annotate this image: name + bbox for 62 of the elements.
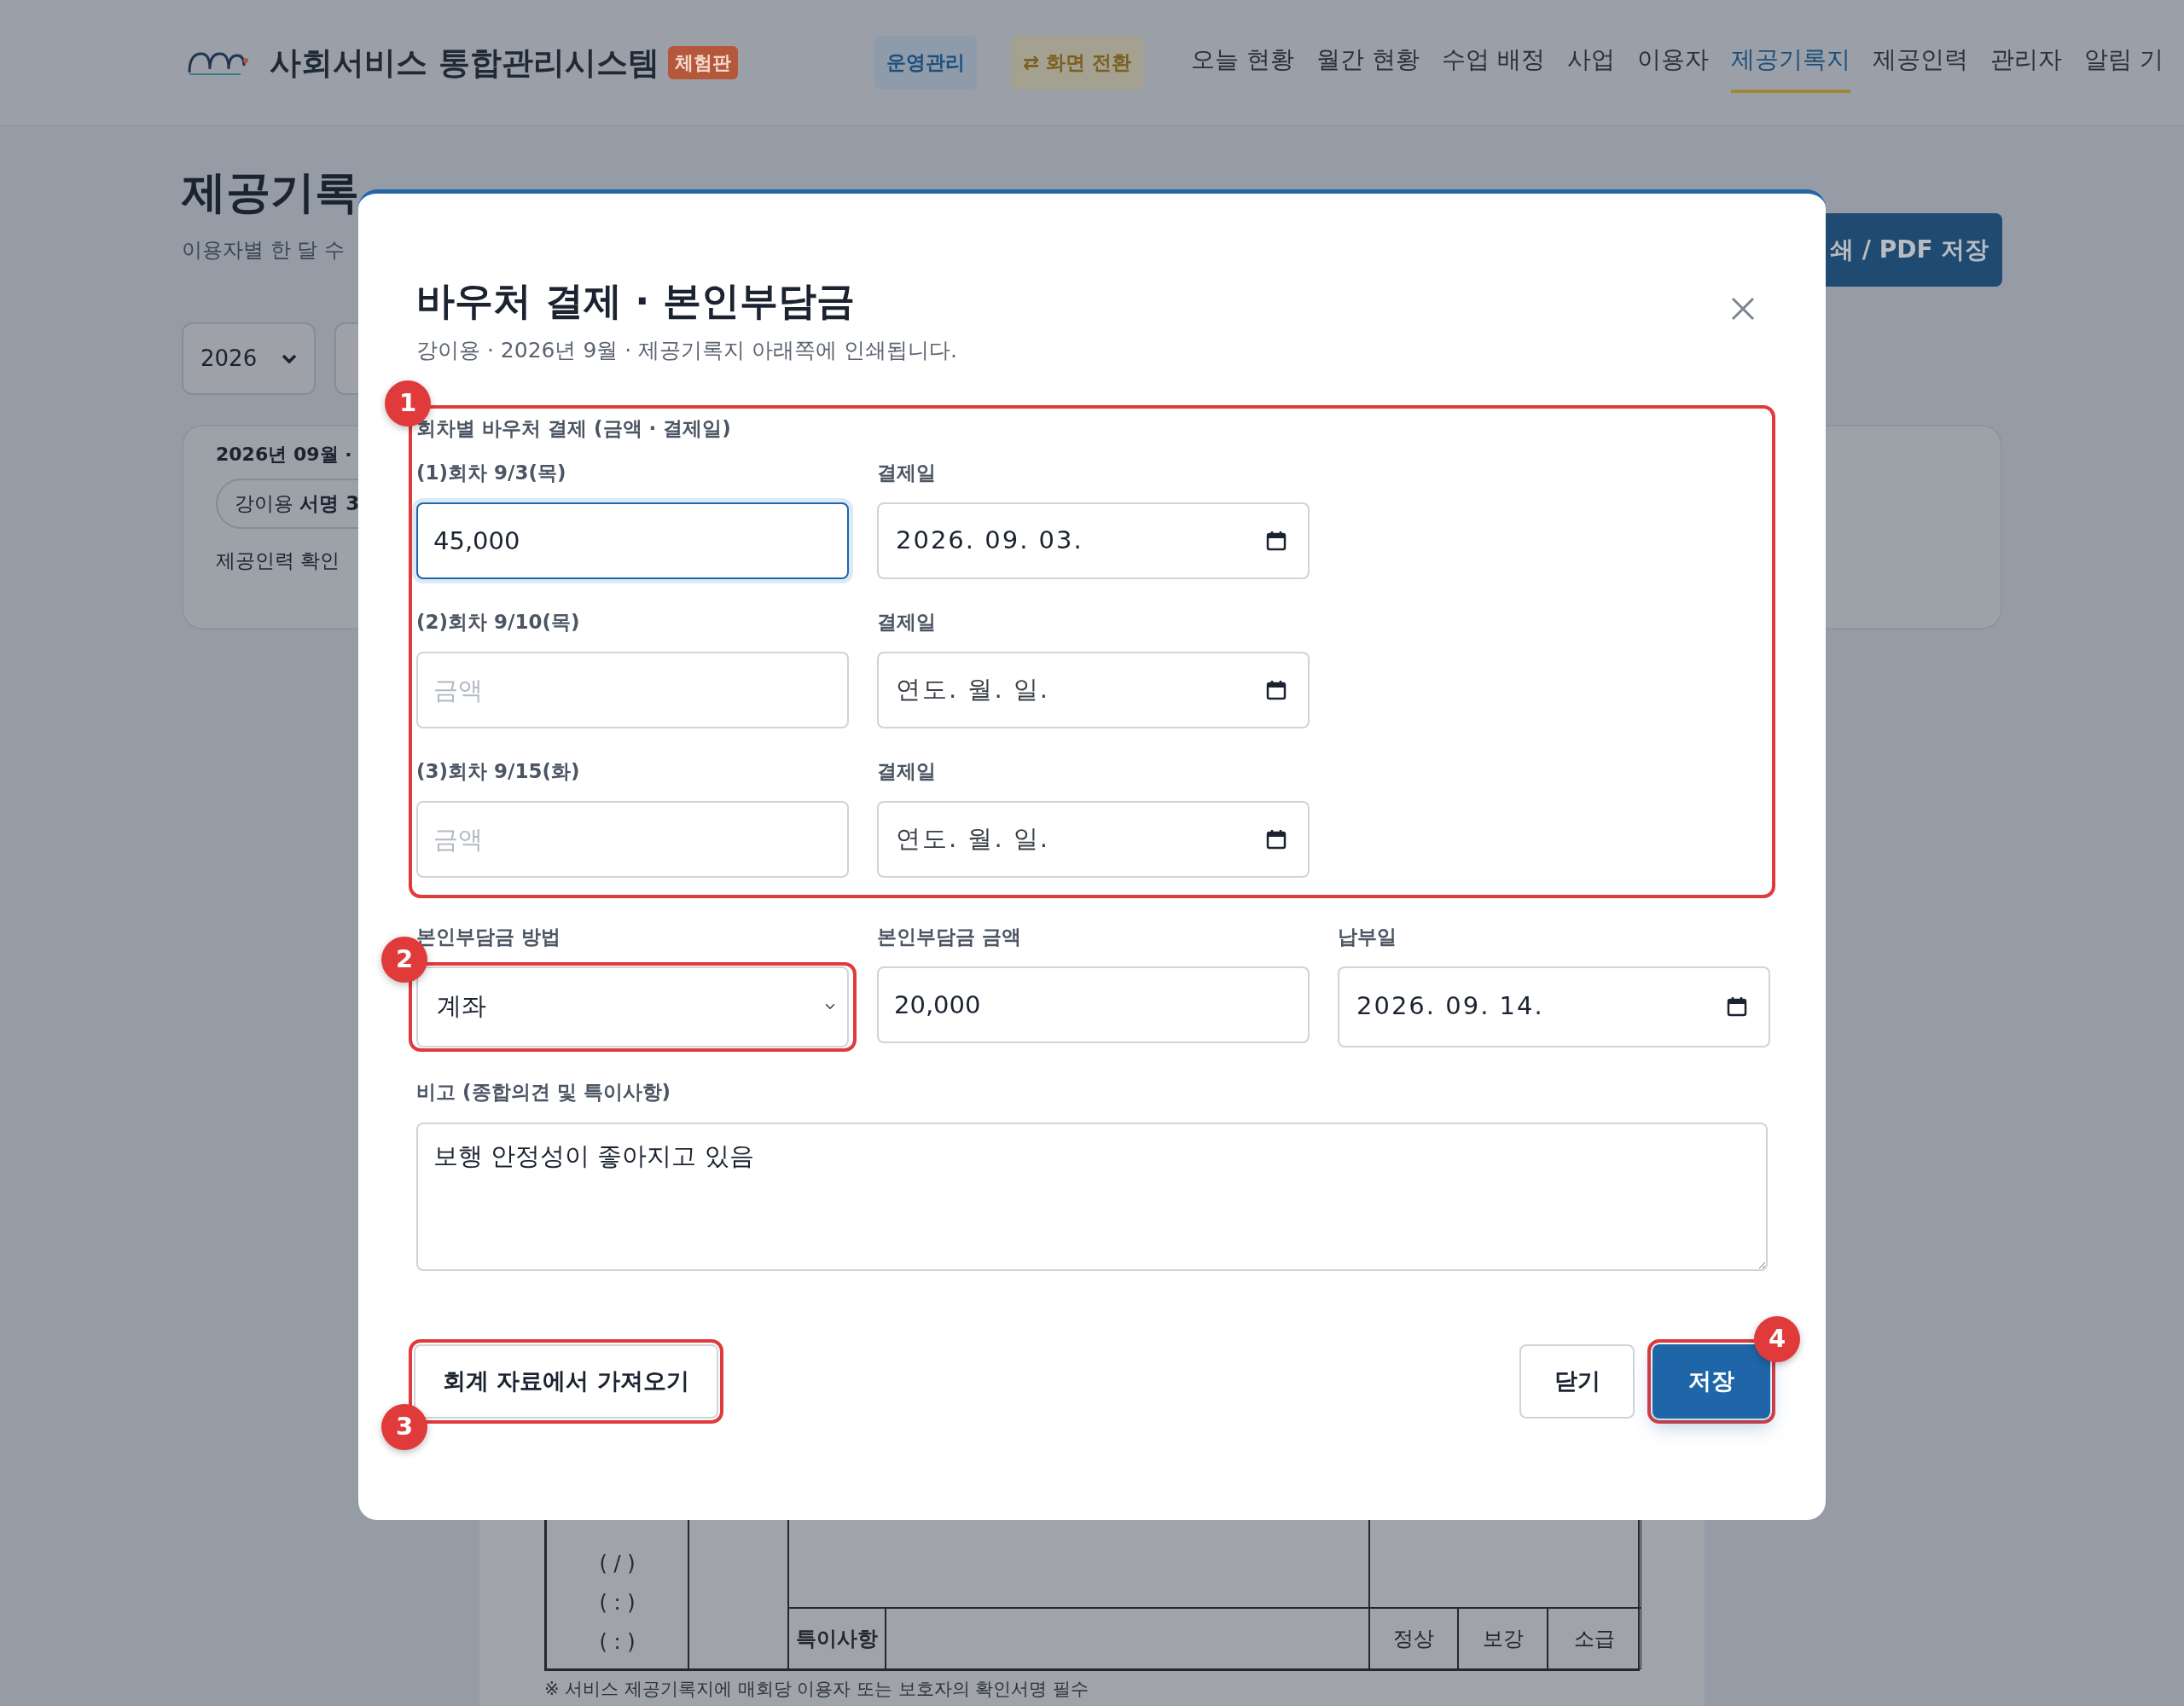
table-cell-text: ( : ) [599,1628,636,1656]
table-cell: 정상 [1369,1607,1458,1669]
trial-badge: 체험판 [667,46,738,79]
app-title: 사회서비스 통합관리시스템 [270,43,659,83]
table-header-cell: 특이사항 [788,1607,886,1669]
field-label: (3)회차 9/15(화) [416,758,581,784]
field-label: (2)회차 9/10(목) [416,609,581,635]
page-title: 제공기록 [182,166,359,218]
nav-link[interactable]: 제공인력 [1872,32,1968,93]
field-label: (1)회차 9/3(목) [416,460,567,485]
save-button[interactable]: 저장 [1653,1343,1770,1419]
field-label: 결제일 [877,609,937,635]
calendar-icon[interactable] [1726,995,1748,1018]
payment-method-select[interactable]: 계좌 [416,966,849,1047]
amount-input[interactable]: 금액 [416,651,849,728]
nav-link[interactable]: 알림 기 [2083,32,2164,93]
mode-button[interactable]: 운영관리 [874,36,977,90]
summary-note: 제공인력 확인 [216,548,341,573]
calendar-icon[interactable] [1265,678,1287,701]
field-label: 결제일 [877,758,937,784]
table-cell: 보강 [1458,1607,1548,1669]
year-value: 2026 [200,345,258,373]
nav-link[interactable]: 사업 [1566,32,1615,93]
nav-link[interactable]: 제공기록지 [1730,32,1850,93]
nav-link[interactable]: 이용자 [1636,32,1709,93]
date-placeholder: 연도. 월. 일. [896,822,1050,855]
nav-link[interactable]: 관리자 [1989,32,2062,93]
field-label: 납부일 [1338,924,1397,949]
date-field[interactable]: 연도. 월. 일. [877,651,1310,728]
nav-link[interactable]: 월간 현황 [1316,32,1420,93]
remarks-textarea[interactable]: 보행 안정성이 좋아지고 있음 [416,1122,1768,1271]
calendar-icon[interactable] [1265,529,1287,552]
calendar-icon[interactable] [1265,827,1287,850]
field-label: 본인부담금 금액 [877,924,1022,949]
import-button[interactable]: 회계 자료에서 가져오기 [414,1343,718,1419]
print-pdf-button[interactable]: 쇄 / PDF 저장 [1825,213,2002,287]
chevron-down-icon [282,353,297,364]
footnote-text: ※ 서비스 제공기록지에 매회당 이용자 또는 보호자의 확인서명 필수 [544,1677,1089,1701]
close-icon[interactable] [1730,296,1756,322]
callout-badge: 4 [1754,1315,1800,1362]
date-placeholder: 연도. 월. 일. [896,673,1050,705]
table-cell-text: ( / ) [599,1550,636,1577]
close-button[interactable]: 닫기 [1519,1343,1635,1419]
summary-heading: 2026년 09월 · [216,443,353,467]
date-value: 2026. 09. 14. [1356,990,1544,1023]
year-select[interactable]: 2026 [182,322,316,395]
nav-link[interactable]: 수업 배정 [1442,32,1545,93]
date-field[interactable]: 2026. 09. 03. [877,502,1310,579]
callout-badge: 3 [381,1403,427,1450]
date-field[interactable]: 연도. 월. 일. [877,800,1310,878]
table-cell: 소급 [1548,1607,1641,1669]
amount-input[interactable]: 20,000 [877,966,1310,1043]
modal-subtitle: 강이용 · 2026년 9월 · 제공기록지 아래쪽에 인쇄됩니다. [416,337,958,364]
modal-title: 바우처 결제 · 본인부담금 [416,277,856,324]
field-label: 결제일 [877,460,937,485]
field-label: 비고 (종합의견 및 특이사항) [416,1079,672,1105]
nav-link[interactable]: 오늘 현황 [1191,32,1295,93]
amount-input[interactable]: 금액 [416,800,849,878]
table-cell-text: ( : ) [599,1589,636,1616]
date-field[interactable]: 2026. 09. 14. [1338,966,1770,1047]
date-value: 2026. 09. 03. [896,524,1083,556]
page-subtitle: 이용자별 한 달 수 [182,237,346,264]
